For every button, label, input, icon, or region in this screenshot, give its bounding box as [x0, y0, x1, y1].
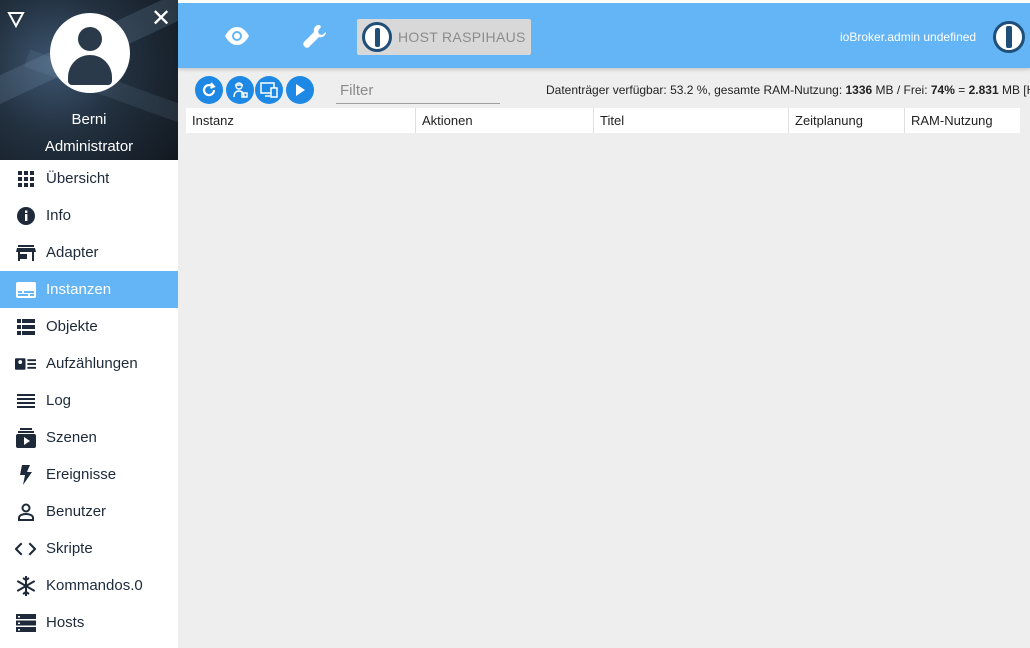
play-button[interactable]	[286, 76, 314, 104]
column-header-aktionen[interactable]: Aktionen	[416, 108, 594, 133]
profile-header: ✕ Berni Administrator	[0, 0, 178, 160]
sidebar-item-label: Info	[46, 207, 72, 224]
disk-value: 53.2	[670, 83, 694, 97]
filter-input[interactable]	[336, 78, 500, 104]
instances-table-header: Instanz Aktionen Titel Zeitplanung RAM-N…	[186, 108, 1020, 133]
monitor-icon	[260, 82, 278, 98]
user-name: Berni	[71, 111, 107, 128]
column-header-ram-nutzung[interactable]: RAM-Nutzung	[905, 108, 1020, 133]
triangle-down-icon[interactable]	[7, 10, 27, 30]
column-header-titel[interactable]: Titel	[594, 108, 789, 133]
instances-icon	[15, 279, 36, 300]
enum-icon	[15, 353, 36, 374]
sidebar-item-benutzer[interactable]: Benutzer	[0, 493, 178, 530]
iobroker-brand-logo-icon[interactable]	[993, 21, 1025, 53]
column-header-zeitplanung[interactable]: Zeitplanung	[789, 108, 905, 133]
refresh-icon	[202, 82, 216, 97]
top-bar: HOST RASPIHAUS ioBroker.admin undefined	[178, 0, 1030, 68]
sidebar-item-kommandos[interactable]: Kommandos.0	[0, 567, 178, 604]
code-icon	[15, 538, 36, 559]
ram-value: 1336	[845, 83, 873, 97]
system-info: Datenträger verfügbar: 53.2 %, gesamte R…	[546, 83, 1030, 97]
sidebar-item-label: Log	[46, 392, 72, 409]
free-label: MB / Frei:	[872, 83, 931, 97]
sidebar-item-log[interactable]: Log	[0, 382, 178, 419]
sidebar-item-label: Szenen	[46, 429, 97, 446]
host-selector-button[interactable]: HOST RASPIHAUS	[357, 19, 531, 55]
store-icon	[15, 242, 36, 263]
web-view-button[interactable]	[255, 76, 283, 104]
user-icon	[15, 501, 36, 522]
disk-label: Datenträger verfügbar:	[546, 83, 671, 97]
sidebar-item-label: Kommandos.0	[46, 577, 143, 594]
sidebar-item-hosts[interactable]: Hosts	[0, 604, 178, 641]
free-mb: 2.831	[968, 83, 999, 97]
sidebar-item-objekte[interactable]: Objekte	[0, 308, 178, 345]
close-icon[interactable]: ✕	[150, 7, 172, 31]
hosts-icon	[15, 612, 36, 633]
log-icon	[15, 390, 36, 411]
ram-label: %, gesamte RAM-Nutzung:	[693, 83, 846, 97]
main-content: HOST RASPIHAUS ioBroker.admin undefined …	[178, 0, 1030, 648]
sidebar-item-szenen[interactable]: Szenen	[0, 419, 178, 456]
grid-icon	[15, 168, 36, 189]
sidebar-item-aufzaehlungen[interactable]: Aufzählungen	[0, 345, 178, 382]
host-label: HOST RASPIHAUS	[398, 29, 526, 45]
snowflake-icon	[15, 575, 36, 596]
sidebar-item-skripte[interactable]: Skripte	[0, 530, 178, 567]
sidebar-item-label: Übersicht	[46, 170, 110, 187]
expert-user-icon	[233, 82, 248, 98]
sidebar-item-label: Hosts	[46, 614, 85, 631]
sidebar-item-label: Objekte	[46, 318, 98, 335]
free-percent: 74%	[930, 83, 955, 97]
refresh-button[interactable]	[195, 76, 223, 104]
wrench-icon[interactable]	[302, 23, 328, 49]
scenes-icon	[15, 427, 36, 448]
sidebar-item-instanzen[interactable]: Instanzen	[0, 271, 178, 308]
lightning-icon	[15, 464, 36, 485]
avatar	[50, 13, 130, 93]
sidebar-item-ereignisse[interactable]: Ereignisse	[0, 456, 178, 493]
sidebar: ✕ Berni Administrator Übersicht Info Ada…	[0, 0, 178, 648]
sidebar-item-label: Adapter	[46, 244, 99, 261]
eye-icon[interactable]	[224, 25, 250, 47]
equals-sign: =	[954, 83, 969, 97]
instances-toolbar: Datenträger verfügbar: 53.2 %, gesamte R…	[178, 74, 1030, 106]
sidebar-item-uebersicht[interactable]: Übersicht	[0, 160, 178, 197]
column-header-instanz[interactable]: Instanz	[186, 108, 416, 133]
user-role: Administrator	[44, 138, 134, 155]
sidebar-item-adapter[interactable]: Adapter	[0, 234, 178, 271]
sidebar-item-label: Skripte	[46, 540, 93, 557]
list-icon	[15, 316, 36, 337]
info-icon	[15, 205, 36, 226]
user-info: ioBroker.admin undefined	[840, 30, 977, 44]
iobroker-logo-icon	[362, 22, 392, 52]
nav-menu: Übersicht Info Adapter Instanzen Objekte	[0, 160, 178, 641]
play-icon	[296, 84, 305, 96]
sidebar-item-label: Instanzen	[46, 281, 112, 298]
sidebar-item-label: Ereignisse	[46, 466, 117, 483]
sysinfo-tail: MB [Ho	[1001, 83, 1030, 97]
sidebar-item-label: Aufzählungen	[46, 355, 138, 372]
sidebar-item-info[interactable]: Info	[0, 197, 178, 234]
sidebar-item-label: Benutzer	[46, 503, 107, 520]
expert-mode-button[interactable]	[226, 76, 254, 104]
